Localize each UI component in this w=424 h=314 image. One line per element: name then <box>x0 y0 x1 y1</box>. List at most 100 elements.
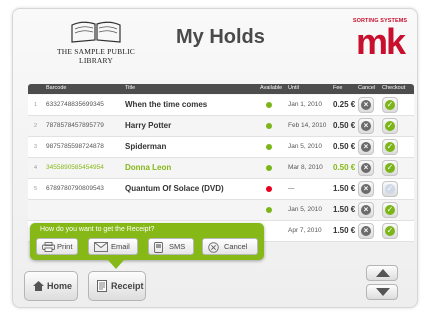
checkout-button[interactable]: ✓ <box>382 139 398 155</box>
home-icon <box>33 281 44 291</box>
cancel-hold-button[interactable]: × <box>358 223 374 239</box>
barcode-cell: 3455890585454954 <box>46 164 104 171</box>
fee-cell: 1.50 € <box>333 205 356 214</box>
sms-button[interactable]: SMS <box>148 238 194 255</box>
until-cell: Jan 5, 2010 <box>288 143 322 150</box>
checkout-button[interactable]: ✓ <box>382 181 398 197</box>
until-cell: Mar 8, 2010 <box>288 164 323 171</box>
table-row: 3 9875785598724878 Spiderman Jan 5, 2010 0.5… <box>28 137 414 158</box>
cancel-hold-button[interactable]: × <box>358 202 374 218</box>
until-cell: Apr 7, 2010 <box>288 227 322 234</box>
receipt-label: Receipt <box>111 281 144 291</box>
barcode-cell: 6789780790809543 <box>46 185 104 192</box>
library-name-line1: THE SAMPLE PUBLIC <box>57 47 135 56</box>
cancel-hold-button[interactable]: × <box>358 160 374 176</box>
cancel-x-icon: × <box>361 100 371 110</box>
column-header-barcode: Barcode <box>46 85 67 91</box>
email-label: Email <box>111 242 130 251</box>
barcode-cell: 9875785598724878 <box>46 143 104 150</box>
library-name-line2: LIBRARY <box>79 56 113 65</box>
scroll-down-button[interactable] <box>366 284 398 300</box>
book-logo-icon <box>71 21 121 43</box>
title-cell: Harry Potter <box>125 121 172 130</box>
column-header-until: Until <box>288 85 300 91</box>
checkout-button[interactable]: ✓ <box>382 160 398 176</box>
cancel-x-icon: × <box>361 205 371 215</box>
barcode-cell: 6332748835699345 <box>46 101 104 108</box>
cancel-hold-button[interactable]: × <box>358 97 374 113</box>
scroll-up-button[interactable] <box>366 265 398 281</box>
print-label: Print <box>57 242 73 251</box>
sms-icon <box>154 242 163 253</box>
table-row: 1 6332748835699345 When the time comes Jan … <box>28 95 414 116</box>
cancel-x-icon: × <box>361 163 371 173</box>
until-cell: Jan 1, 2010 <box>288 101 322 108</box>
title-cell: Quantum Of Solace (DVD) <box>125 184 224 193</box>
checkout-check-icon: ✓ <box>385 100 395 110</box>
row-number: 3 <box>34 144 38 150</box>
availability-indicator <box>266 186 272 192</box>
row-number: 5 <box>34 186 38 192</box>
column-header-cancel: Cancel <box>358 85 376 91</box>
table-row: 4 3455890585454954 Donna Leon Mar 8, 2010 0.… <box>28 158 414 179</box>
column-header-available: Available <box>260 85 283 91</box>
availability-indicator <box>266 165 272 171</box>
cancel-circle-icon <box>208 242 219 253</box>
fee-cell: 1.50 € <box>333 226 356 235</box>
cancel-x-icon: × <box>361 121 371 131</box>
checkout-check-icon: ✓ <box>385 121 395 131</box>
row-number: 1 <box>34 102 38 108</box>
library-logo: THE SAMPLE PUBLIC LIBRARY <box>46 20 146 66</box>
availability-indicator <box>266 207 272 213</box>
checkout-check-icon: ✓ <box>385 184 395 194</box>
sms-label: SMS <box>169 242 186 251</box>
row-number: 4 <box>34 165 38 171</box>
cancel-x-icon: × <box>361 142 371 152</box>
popup-cancel-label: Cancel <box>224 242 248 251</box>
email-button[interactable]: Email <box>88 238 138 255</box>
brand-mark: mk <box>355 21 406 62</box>
fee-cell: 0.50 € <box>333 163 356 172</box>
checkout-check-icon: ✓ <box>385 142 395 152</box>
cancel-hold-button[interactable]: × <box>358 139 374 155</box>
arrow-down-icon <box>376 288 390 296</box>
receipt-popup: How do you want to get the Receipt? Prin… <box>30 223 264 269</box>
checkout-button[interactable]: ✓ <box>382 223 398 239</box>
printer-icon <box>42 242 55 252</box>
home-label: Home <box>47 281 73 291</box>
availability-indicator <box>266 144 272 150</box>
checkout-check-icon: ✓ <box>385 163 395 173</box>
popup-cancel-button[interactable]: Cancel <box>202 238 258 255</box>
checkout-check-icon: ✓ <box>385 205 395 215</box>
title-cell: When the time comes <box>125 100 208 109</box>
row-number: 2 <box>34 123 38 129</box>
cancel-hold-button[interactable]: × <box>358 118 374 134</box>
checkout-button[interactable]: ✓ <box>382 97 398 113</box>
email-icon <box>94 242 108 252</box>
fee-cell: 1.50 € <box>333 184 356 193</box>
print-button[interactable]: Print <box>36 238 78 255</box>
receipt-button[interactable]: Receipt <box>88 271 146 301</box>
checkout-check-icon: ✓ <box>385 226 395 236</box>
availability-indicator <box>266 123 272 129</box>
table-header: Barcode Title Available Until Fee Cancel… <box>28 84 414 94</box>
cancel-hold-button[interactable]: × <box>358 181 374 197</box>
checkout-button[interactable]: ✓ <box>382 118 398 134</box>
title-cell: Spiderman <box>125 142 167 151</box>
cancel-x-icon: × <box>361 226 371 236</box>
column-header-checkout: Checkout <box>382 85 406 91</box>
home-button[interactable]: Home <box>24 271 78 301</box>
title-cell: Donna Leon <box>125 163 172 172</box>
table-row: 5 6789780790809543 Quantum Of Solace (DVD)… <box>28 179 414 200</box>
column-header-title: Title <box>125 85 136 91</box>
cancel-x-icon: × <box>361 184 371 194</box>
table-row: Jan 5, 2010 1.50 € × ✓ <box>28 200 414 221</box>
fee-cell: 0.50 € <box>333 142 356 151</box>
brand-logo: SORTING SYSTEMS mk <box>352 18 408 64</box>
table-row: 2 7878578457895779 Harry Potter Feb 14, 201… <box>28 116 414 137</box>
checkout-button[interactable]: ✓ <box>382 202 398 218</box>
page-title: My Holds <box>176 26 265 48</box>
until-cell: Jan 5, 2010 <box>288 206 322 213</box>
until-cell: — <box>288 185 295 192</box>
fee-cell: 0.50 € <box>333 121 356 130</box>
